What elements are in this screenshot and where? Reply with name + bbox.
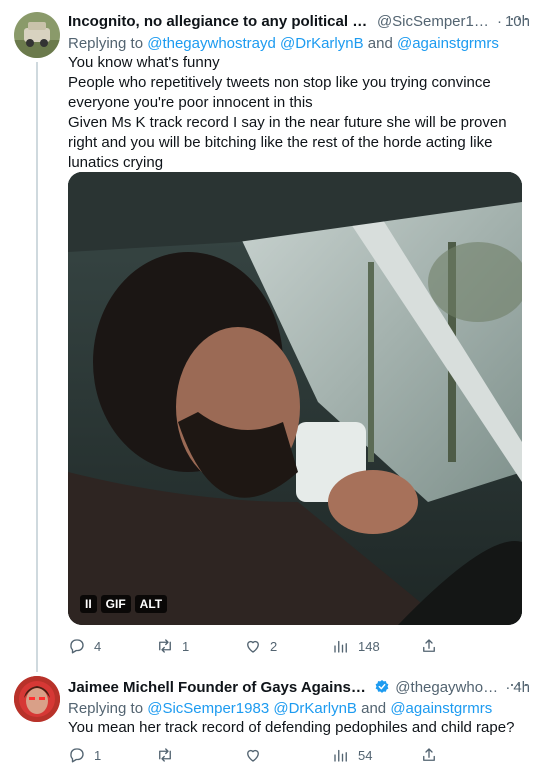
share-button[interactable] bbox=[420, 634, 438, 658]
gif-controls: II GIF ALT bbox=[80, 595, 168, 613]
reply-button[interactable]: 1 bbox=[68, 743, 156, 767]
user-handle[interactable]: @thegaywhos... bbox=[395, 679, 502, 696]
replying-to: Replying to @SicSemper1983 @DrKarlynB an… bbox=[68, 700, 530, 717]
retweet-icon bbox=[159, 748, 171, 762]
like-button[interactable]: 2 bbox=[244, 634, 332, 658]
display-name[interactable]: Incognito, no allegiance to any politica… bbox=[68, 13, 372, 30]
mention-link[interactable]: @DrKarlynB bbox=[280, 35, 364, 52]
retweet-icon bbox=[159, 639, 171, 653]
reply-icon bbox=[70, 748, 84, 763]
tweet-text-line: People who repetitively tweets non stop … bbox=[68, 74, 491, 111]
alt-badge[interactable]: ALT bbox=[134, 595, 168, 613]
display-name[interactable]: Jaimee Michell Founder of Gays Against .… bbox=[68, 679, 370, 696]
pause-button[interactable]: II bbox=[80, 595, 97, 613]
views-icon bbox=[334, 749, 347, 762]
share-icon bbox=[423, 639, 435, 652]
reply-icon bbox=[70, 639, 84, 654]
tweet-header: Jaimee Michell Founder of Gays Against .… bbox=[68, 675, 530, 697]
retweet-button[interactable]: 1 bbox=[156, 634, 244, 658]
views-count: 148 bbox=[358, 638, 380, 654]
share-button[interactable] bbox=[420, 743, 438, 767]
views-count: 54 bbox=[358, 747, 373, 763]
heart-icon bbox=[247, 749, 259, 762]
like-count: 2 bbox=[270, 638, 278, 654]
tweet-text: You know what's funny People who repetit… bbox=[68, 53, 530, 173]
replying-and: and bbox=[361, 700, 387, 717]
views-button[interactable]: 148 bbox=[332, 634, 420, 658]
tweet-actions: 1 54 bbox=[68, 743, 468, 767]
like-button[interactable] bbox=[244, 743, 332, 767]
replying-to: Replying to @thegaywhostrayd @DrKarlynB … bbox=[68, 35, 530, 52]
share-icon bbox=[423, 748, 435, 761]
reply-button[interactable]: 4 bbox=[68, 634, 156, 658]
gif-badge: GIF bbox=[100, 595, 131, 613]
tweet-header: Incognito, no allegiance to any politica… bbox=[68, 9, 530, 31]
mention-link[interactable]: @againstgrmrs bbox=[390, 700, 492, 717]
tweet-text-line: Given Ms K track record I say in the nea… bbox=[68, 114, 507, 171]
replying-label: Replying to bbox=[68, 35, 144, 52]
more-options-icon[interactable]: ··· bbox=[504, 9, 530, 31]
user-handle[interactable]: @SicSemper19... bbox=[377, 13, 494, 30]
reply-count: 4 bbox=[94, 638, 102, 654]
tweet-actions: 4 1 2 148 bbox=[68, 634, 468, 658]
mention-link[interactable]: @againstgrmrs bbox=[397, 35, 499, 52]
avatar[interactable] bbox=[14, 676, 60, 722]
retweet-count: 1 bbox=[182, 638, 190, 654]
mention-link[interactable]: @DrKarlynB bbox=[273, 700, 357, 717]
thread-connector bbox=[36, 62, 38, 672]
tweet-text: You mean her track record of defending p… bbox=[68, 718, 530, 738]
reply-count: 1 bbox=[94, 747, 102, 763]
replying-label: Replying to bbox=[68, 700, 144, 717]
avatar[interactable] bbox=[14, 12, 60, 58]
mention-link[interactable]: @thegaywhostrayd bbox=[147, 35, 276, 52]
tweet-text-line: You mean her track record of defending p… bbox=[68, 719, 515, 736]
gif-frame bbox=[68, 172, 522, 625]
more-options-icon[interactable]: ··· bbox=[504, 675, 530, 697]
gif-media[interactable]: II GIF ALT bbox=[68, 172, 522, 625]
views-button[interactable]: 54 bbox=[332, 743, 420, 767]
heart-icon bbox=[247, 640, 259, 653]
replying-and: and bbox=[367, 35, 393, 52]
tweet-text-line: You know what's funny bbox=[68, 54, 220, 71]
separator: · bbox=[496, 12, 502, 30]
views-icon bbox=[334, 640, 347, 653]
mention-link[interactable]: @SicSemper1983 bbox=[147, 700, 269, 717]
verified-badge-icon bbox=[374, 679, 390, 695]
retweet-button[interactable] bbox=[156, 743, 244, 767]
